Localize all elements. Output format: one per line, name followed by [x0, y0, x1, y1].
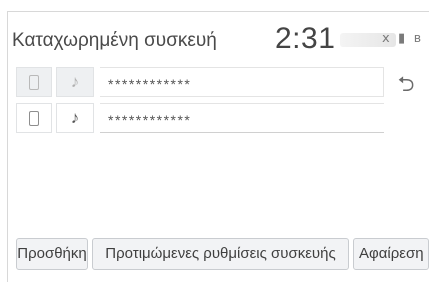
return-arrow-icon: ⮌: [397, 73, 415, 96]
audio-profile-toggle[interactable]: ♪: [56, 103, 94, 133]
signal-icon: ⅹ: [382, 30, 390, 45]
phone-icon: [29, 111, 39, 126]
music-note-icon: ♪: [70, 72, 80, 91]
remove-button[interactable]: Αφαίρεση: [353, 238, 429, 270]
device-name: ************: [108, 112, 192, 128]
phone-profile-toggle[interactable]: [16, 67, 52, 97]
preferences-button[interactable]: Προτιμώμενες ρυθμίσεις συσκευής: [92, 238, 349, 270]
device-name: ************: [108, 76, 192, 92]
status-area: ⅹ ▮ ʙ: [338, 30, 428, 50]
device-row[interactable]: ♪ ************: [16, 67, 384, 97]
music-note-icon: ♪: [70, 108, 80, 127]
add-button[interactable]: Προσθήκη: [16, 238, 88, 270]
back-button[interactable]: ⮌: [384, 67, 428, 97]
frame-left-border: [7, 11, 8, 282]
bluetooth-icon: ʙ: [414, 30, 421, 45]
device-name-cell[interactable]: ************: [100, 67, 384, 97]
battery-icon: ▮: [398, 30, 406, 45]
device-row[interactable]: ♪ ************: [16, 103, 384, 133]
frame-top-border: [7, 11, 429, 12]
page-title: Καταχωρημένη συσκευή: [12, 30, 217, 51]
phone-icon: [29, 75, 39, 90]
phone-profile-toggle[interactable]: [16, 103, 52, 133]
clock: 2:31: [275, 22, 336, 55]
audio-profile-toggle[interactable]: ♪: [56, 67, 94, 97]
device-name-cell[interactable]: ************: [100, 103, 384, 133]
